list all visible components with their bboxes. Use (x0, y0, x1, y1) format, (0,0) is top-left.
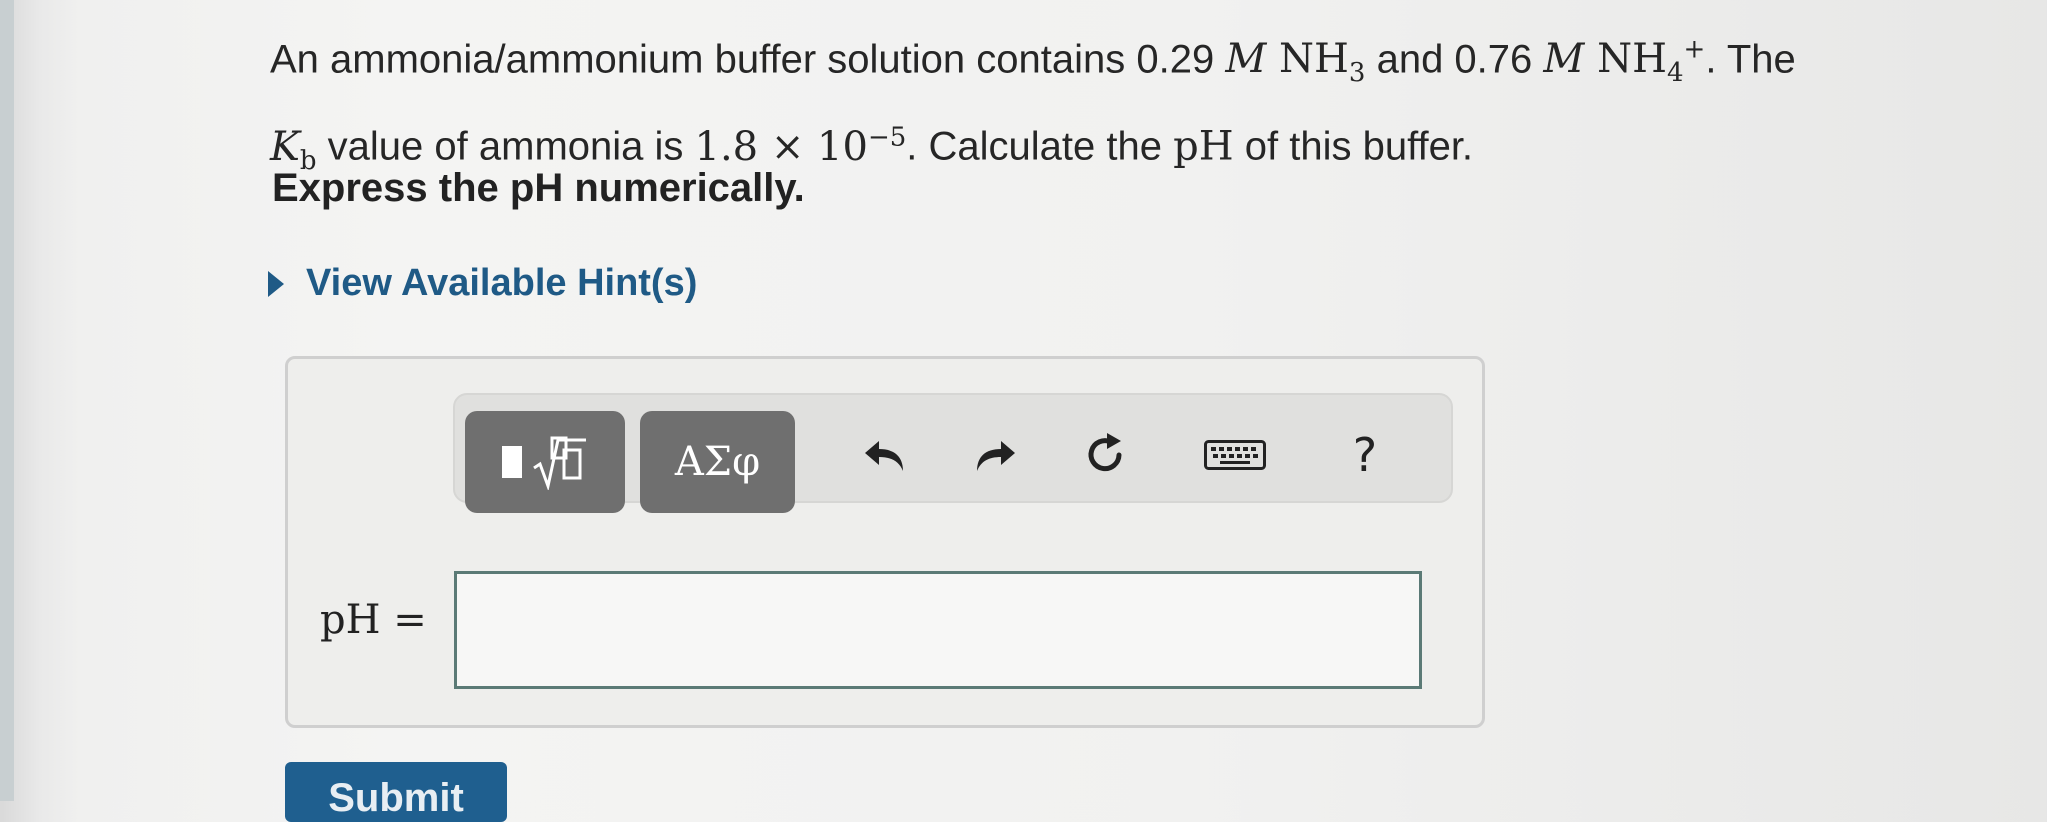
kb-symbol: Kb (270, 123, 317, 176)
concentration-nh3: M NH3 (1225, 36, 1365, 88)
species-nh4-charge: + (1683, 35, 1706, 65)
keyboard-icon (1204, 440, 1266, 470)
keyboard-button[interactable] (1200, 425, 1270, 485)
help-button[interactable]: ? (1335, 425, 1395, 485)
question-line-1: An ammonia/ammonium buffer solution cont… (270, 18, 1970, 105)
question-text-segment: . The (1705, 37, 1796, 82)
undo-button[interactable] (855, 425, 915, 485)
kb-value-exponent: −5 (867, 122, 907, 153)
view-hints-link[interactable]: View Available Hint(s) (268, 262, 697, 305)
kb-letter: K (270, 123, 300, 170)
reset-icon (1088, 433, 1122, 472)
question-text-segment: of this buffer. (1233, 124, 1474, 169)
radical-icon (533, 436, 586, 490)
ph-symbol: pH (1173, 123, 1234, 170)
view-hints-label: View Available Hint(s) (306, 262, 698, 304)
instruction-text: Express the pH numerically. (272, 166, 805, 210)
question-text-segment: An ammonia/ammonium buffer solution cont… (270, 37, 1226, 82)
redo-icon (977, 441, 1015, 471)
undo-icon (865, 441, 903, 471)
kb-value: 1.8 × 10−5 (694, 122, 907, 170)
species-nh4: NH (1597, 36, 1667, 83)
concentration-nh4: M NH4+ (1543, 35, 1706, 88)
greek-symbols-button[interactable]: ΑΣφ (640, 411, 795, 513)
page-left-edge (0, 0, 14, 801)
molar-unit: M (1543, 36, 1585, 83)
answer-label: pH = (320, 597, 427, 643)
molar-unit: M (1225, 36, 1267, 83)
ph-answer-input[interactable] (454, 571, 1422, 689)
redo-button[interactable] (965, 425, 1025, 485)
question-text-segment: . Calculate the (906, 124, 1174, 169)
filled-box-icon (502, 446, 522, 478)
species-nh3-subscript: 3 (1348, 58, 1366, 89)
templates-button[interactable] (465, 411, 625, 513)
question-text-segment: and 0.76 (1365, 37, 1544, 82)
kb-value-mantissa: 1.8 × 10 (694, 123, 868, 170)
math-toolbar: ΑΣφ ? (453, 393, 1453, 513)
species-nh4-subscript: 4 (1666, 58, 1684, 89)
question-text-segment: value of ammonia is (316, 124, 695, 169)
reset-button[interactable] (1075, 425, 1135, 485)
submit-button[interactable]: Submit (285, 762, 507, 822)
answer-panel: ΑΣφ ? pH = (285, 356, 1485, 728)
species-nh3: NH (1279, 36, 1349, 83)
expand-triangle-icon (268, 270, 284, 297)
nth-root-icon (530, 434, 588, 490)
